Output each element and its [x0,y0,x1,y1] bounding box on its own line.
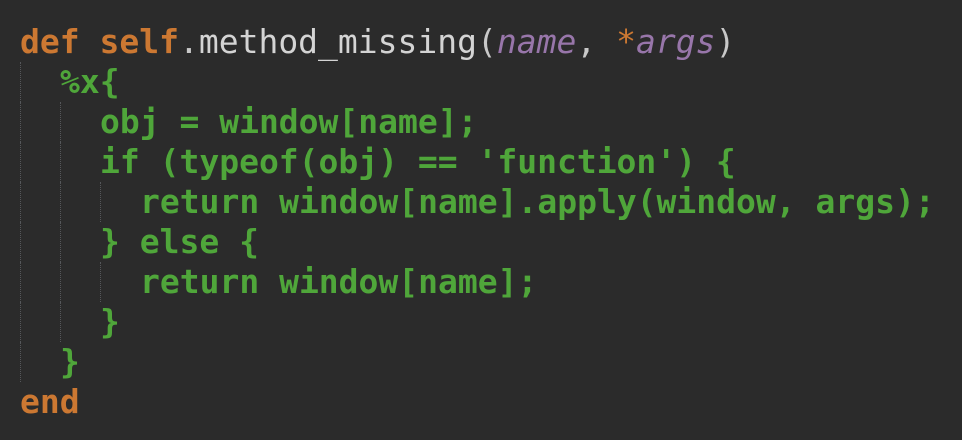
code-line-1: def self.method_missing(name, *args) [0,22,962,62]
code-text: obj = window[name]; [100,102,478,141]
indent-guide [20,142,60,182]
def-keyword: def [20,22,80,61]
line-gutter [0,22,20,62]
code-text: return window[name]; [140,262,538,301]
dot-token: . [178,22,199,61]
line-gutter [0,342,20,382]
code-line-10: end [0,382,962,422]
code-line-5: return window[name].apply(window, args); [0,182,962,222]
line-gutter [0,102,20,142]
code-line-4: if (typeof(obj) == 'function') { [0,142,962,182]
code-text: %x{ [60,62,120,101]
code-line-8: } [0,302,962,342]
indent-guide [20,302,60,342]
open-paren: ( [477,22,497,61]
indent-guide [100,262,140,302]
line-gutter [0,302,20,342]
indent-guide [60,182,100,222]
splat-operator: * [616,22,636,61]
code-line-9: } [0,342,962,382]
param-args: args [635,22,716,61]
close-paren: ) [715,22,736,61]
code-text: } [100,302,120,341]
code-line-7: return window[name]; [0,262,962,302]
line-gutter [0,262,20,302]
indent-guide [20,222,60,262]
param-name: name [496,22,577,61]
indent-guide [60,302,100,342]
code-editor[interactable]: def self.method_missing(name, *args) %x{… [0,0,962,440]
code-text: def self.method_missing(name, *args) [20,22,735,62]
method-name: method_missing [198,22,477,61]
line-gutter [0,62,20,102]
line-gutter [0,142,20,182]
indent-guide [60,262,100,302]
line-gutter [0,182,20,222]
code-text: } [60,342,80,381]
indent-guide [60,222,100,262]
code-line-2: %x{ [0,62,962,102]
indent-guide [100,182,140,222]
code-line-3: obj = window[name]; [0,102,962,142]
line-gutter [0,382,20,422]
line-gutter [0,222,20,262]
indent-guide [20,342,60,382]
code-text: } else { [100,222,259,261]
indent-guide [60,102,100,142]
self-keyword: self [99,22,179,61]
indent-guide [60,142,100,182]
indent-guide [20,102,60,142]
indent-guide [20,182,60,222]
comma-token: , [576,22,597,61]
indent-guide [20,262,60,302]
code-line-6: } else { [0,222,962,262]
code-text: if (typeof(obj) == 'function') { [100,142,736,181]
indent-guide [20,62,60,102]
code-text: return window[name].apply(window, args); [140,182,935,221]
end-keyword: end [20,382,80,421]
